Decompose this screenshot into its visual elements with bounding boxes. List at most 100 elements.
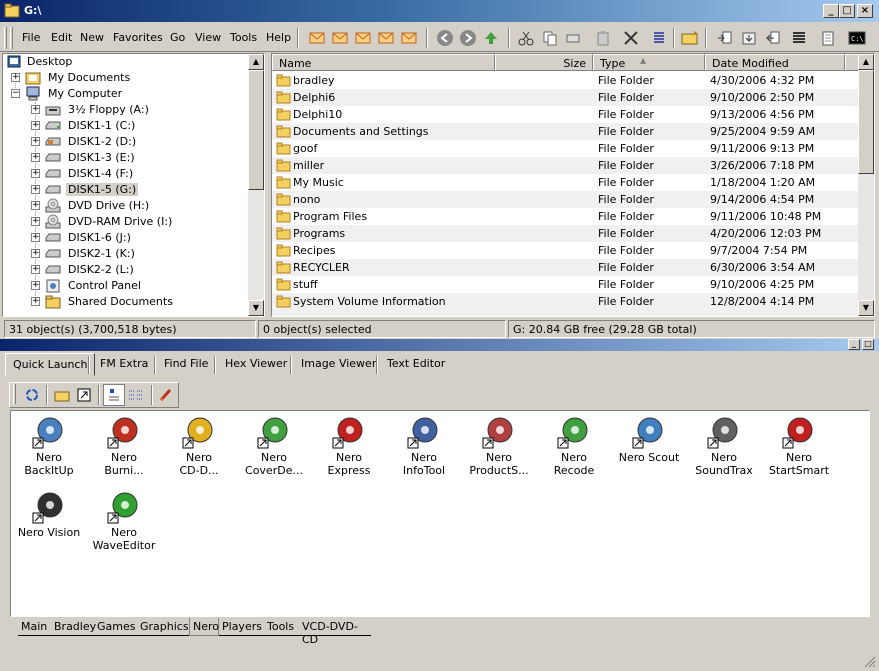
expand-plus-icon[interactable]: + [31,217,40,226]
menu-favorites[interactable]: Favorites [113,31,163,44]
panel-splitter[interactable]: _ □ [0,339,879,351]
list-view-icon[interactable] [125,384,147,406]
copy-to-icon[interactable] [714,27,736,49]
expand-plus-icon[interactable]: + [31,233,40,242]
file-row[interactable]: Program Files File Folder 9/11/2006 10:48 … [272,208,858,225]
tab-image-viewer[interactable]: Image Viewer [294,353,383,376]
menu-file[interactable]: File [22,31,40,44]
expand-plus-icon[interactable]: + [31,105,40,114]
rocket-icon[interactable] [155,384,177,406]
column-header-date[interactable]: Date Modified [705,54,845,71]
file-row[interactable]: System Volume Information File Folder 12/8… [272,293,858,310]
file-row[interactable]: stuff File Folder 9/10/2006 4:25 PM [272,276,858,293]
group-tab-bradley[interactable]: Bradley [51,618,96,636]
group-tab-main[interactable]: Main [18,618,51,636]
details-view-icon[interactable] [788,27,810,49]
scroll-down-icon[interactable]: ▼ [858,300,874,316]
move-icon[interactable] [562,27,584,49]
launch-item[interactable]: Nero WaveEditor [86,488,162,558]
scroll-thumb[interactable] [858,70,874,174]
launch-item[interactable]: Nero StartSmart [761,413,837,483]
expand-plus-icon[interactable]: + [31,185,40,194]
favorite-envelope-icon[interactable] [398,27,420,49]
panel-restore-button[interactable]: □ [862,339,874,350]
expand-plus-icon[interactable]: + [31,137,40,146]
tab-find-file[interactable]: Find File [157,353,215,376]
scroll-down-icon[interactable]: ▼ [248,300,264,316]
file-row[interactable]: miller File Folder 3/26/2006 7:18 PM [272,157,858,174]
cut-scissors-icon[interactable] [515,27,537,49]
favorite-envelope-icon[interactable] [306,27,328,49]
resize-grip-icon[interactable] [862,654,876,668]
favorite-envelope-icon[interactable] [375,27,397,49]
launch-item[interactable]: Nero Recode [536,413,612,483]
scroll-up-icon[interactable]: ▲ [248,54,264,70]
launch-item[interactable]: Nero InfoTool [386,413,462,483]
menu-view[interactable]: View [195,31,221,44]
menu-go[interactable]: Go [170,31,185,44]
scroll-up-icon[interactable]: ▲ [858,54,874,70]
file-row[interactable]: nono File Folder 9/14/2006 4:54 PM [272,191,858,208]
expand-plus-icon[interactable]: + [31,265,40,274]
toolbar-grip[interactable] [13,384,16,404]
refresh-icon[interactable] [21,384,43,406]
close-button[interactable]: × [857,4,873,18]
scroll-thumb[interactable] [248,70,264,190]
extract-icon[interactable] [738,27,760,49]
panel-minimize-button[interactable]: _ [848,339,860,350]
expand-plus-icon[interactable]: + [31,153,40,162]
copy-icon[interactable] [539,27,561,49]
shortcut-icon[interactable] [73,384,95,406]
filelist-scrollbar[interactable]: ▲ ▼ [858,54,874,316]
file-row[interactable]: RECYCLER File Folder 6/30/2006 3:54 AM [272,259,858,276]
notepad-icon[interactable] [817,27,839,49]
expand-plus-icon[interactable]: + [31,281,40,290]
back-arrow-icon[interactable] [434,27,456,49]
favorite-envelope-icon[interactable] [329,27,351,49]
tab-quick-launch[interactable]: Quick Launch [5,353,96,376]
launch-item[interactable]: Nero Express [311,413,387,483]
menu-help[interactable]: Help [266,31,291,44]
launch-item[interactable]: Nero CoverDe... [236,413,312,483]
tab-fm-extra[interactable]: FM Extra [93,353,155,376]
up-arrow-icon[interactable] [480,27,502,49]
tree-scrollbar[interactable]: ▲ ▼ [248,54,264,316]
paste-icon[interactable] [592,27,614,49]
file-row[interactable]: My Music File Folder 1/18/2004 1:20 AM [272,174,858,191]
menu-tools[interactable]: Tools [230,31,257,44]
group-tab-tools[interactable]: Tools [264,618,299,636]
file-row[interactable]: goof File Folder 9/11/2006 9:13 PM [272,140,858,157]
file-row[interactable]: Recipes File Folder 9/7/2004 7:54 PM [272,242,858,259]
file-row[interactable]: Documents and Settings File Folder 9/25/20… [272,123,858,140]
minimize-button[interactable]: _ [823,4,839,18]
group-tab-players[interactable]: Players [219,618,264,636]
menu-new[interactable]: New [80,31,104,44]
expand-plus-icon[interactable]: + [31,297,40,306]
column-header-size[interactable]: Size [495,54,593,71]
toolbar-grip[interactable] [10,27,13,49]
expand-plus-icon[interactable]: + [31,201,40,210]
launch-item[interactable]: Nero Vision [11,488,87,558]
large-icons-view-icon[interactable] [103,384,125,406]
tab-text-editor[interactable]: Text Editor [380,353,452,376]
delete-x-icon[interactable] [620,27,642,49]
group-tab-games[interactable]: Games [94,618,137,636]
properties-list-icon[interactable] [648,27,670,49]
file-row[interactable]: bradley File Folder 4/30/2006 4:32 PM [272,72,858,89]
group-tab-graphics[interactable]: Graphics [137,618,189,636]
expand-plus-icon[interactable]: + [31,249,40,258]
collapse-minus-icon[interactable]: − [11,89,20,98]
group-tab-nero[interactable]: Nero [189,618,219,636]
launch-item[interactable]: Nero ProductS... [461,413,537,483]
launch-item[interactable]: Nero Burni... [86,413,162,483]
command-prompt-icon[interactable]: C:\ [846,27,868,49]
favorite-envelope-icon[interactable] [352,27,374,49]
menu-edit[interactable]: Edit [51,31,72,44]
forward-arrow-icon[interactable] [457,27,479,49]
move-to-icon[interactable] [762,27,784,49]
file-row[interactable]: Delphi10 File Folder 9/13/2006 4:56 PM [272,106,858,123]
file-row[interactable]: Delphi6 File Folder 9/10/2006 2:50 PM [272,89,858,106]
file-row[interactable]: Programs File Folder 4/20/2006 12:03 PM [272,225,858,242]
maximize-button[interactable]: □ [839,4,855,18]
tab-hex-viewer[interactable]: Hex Viewer [218,353,294,376]
